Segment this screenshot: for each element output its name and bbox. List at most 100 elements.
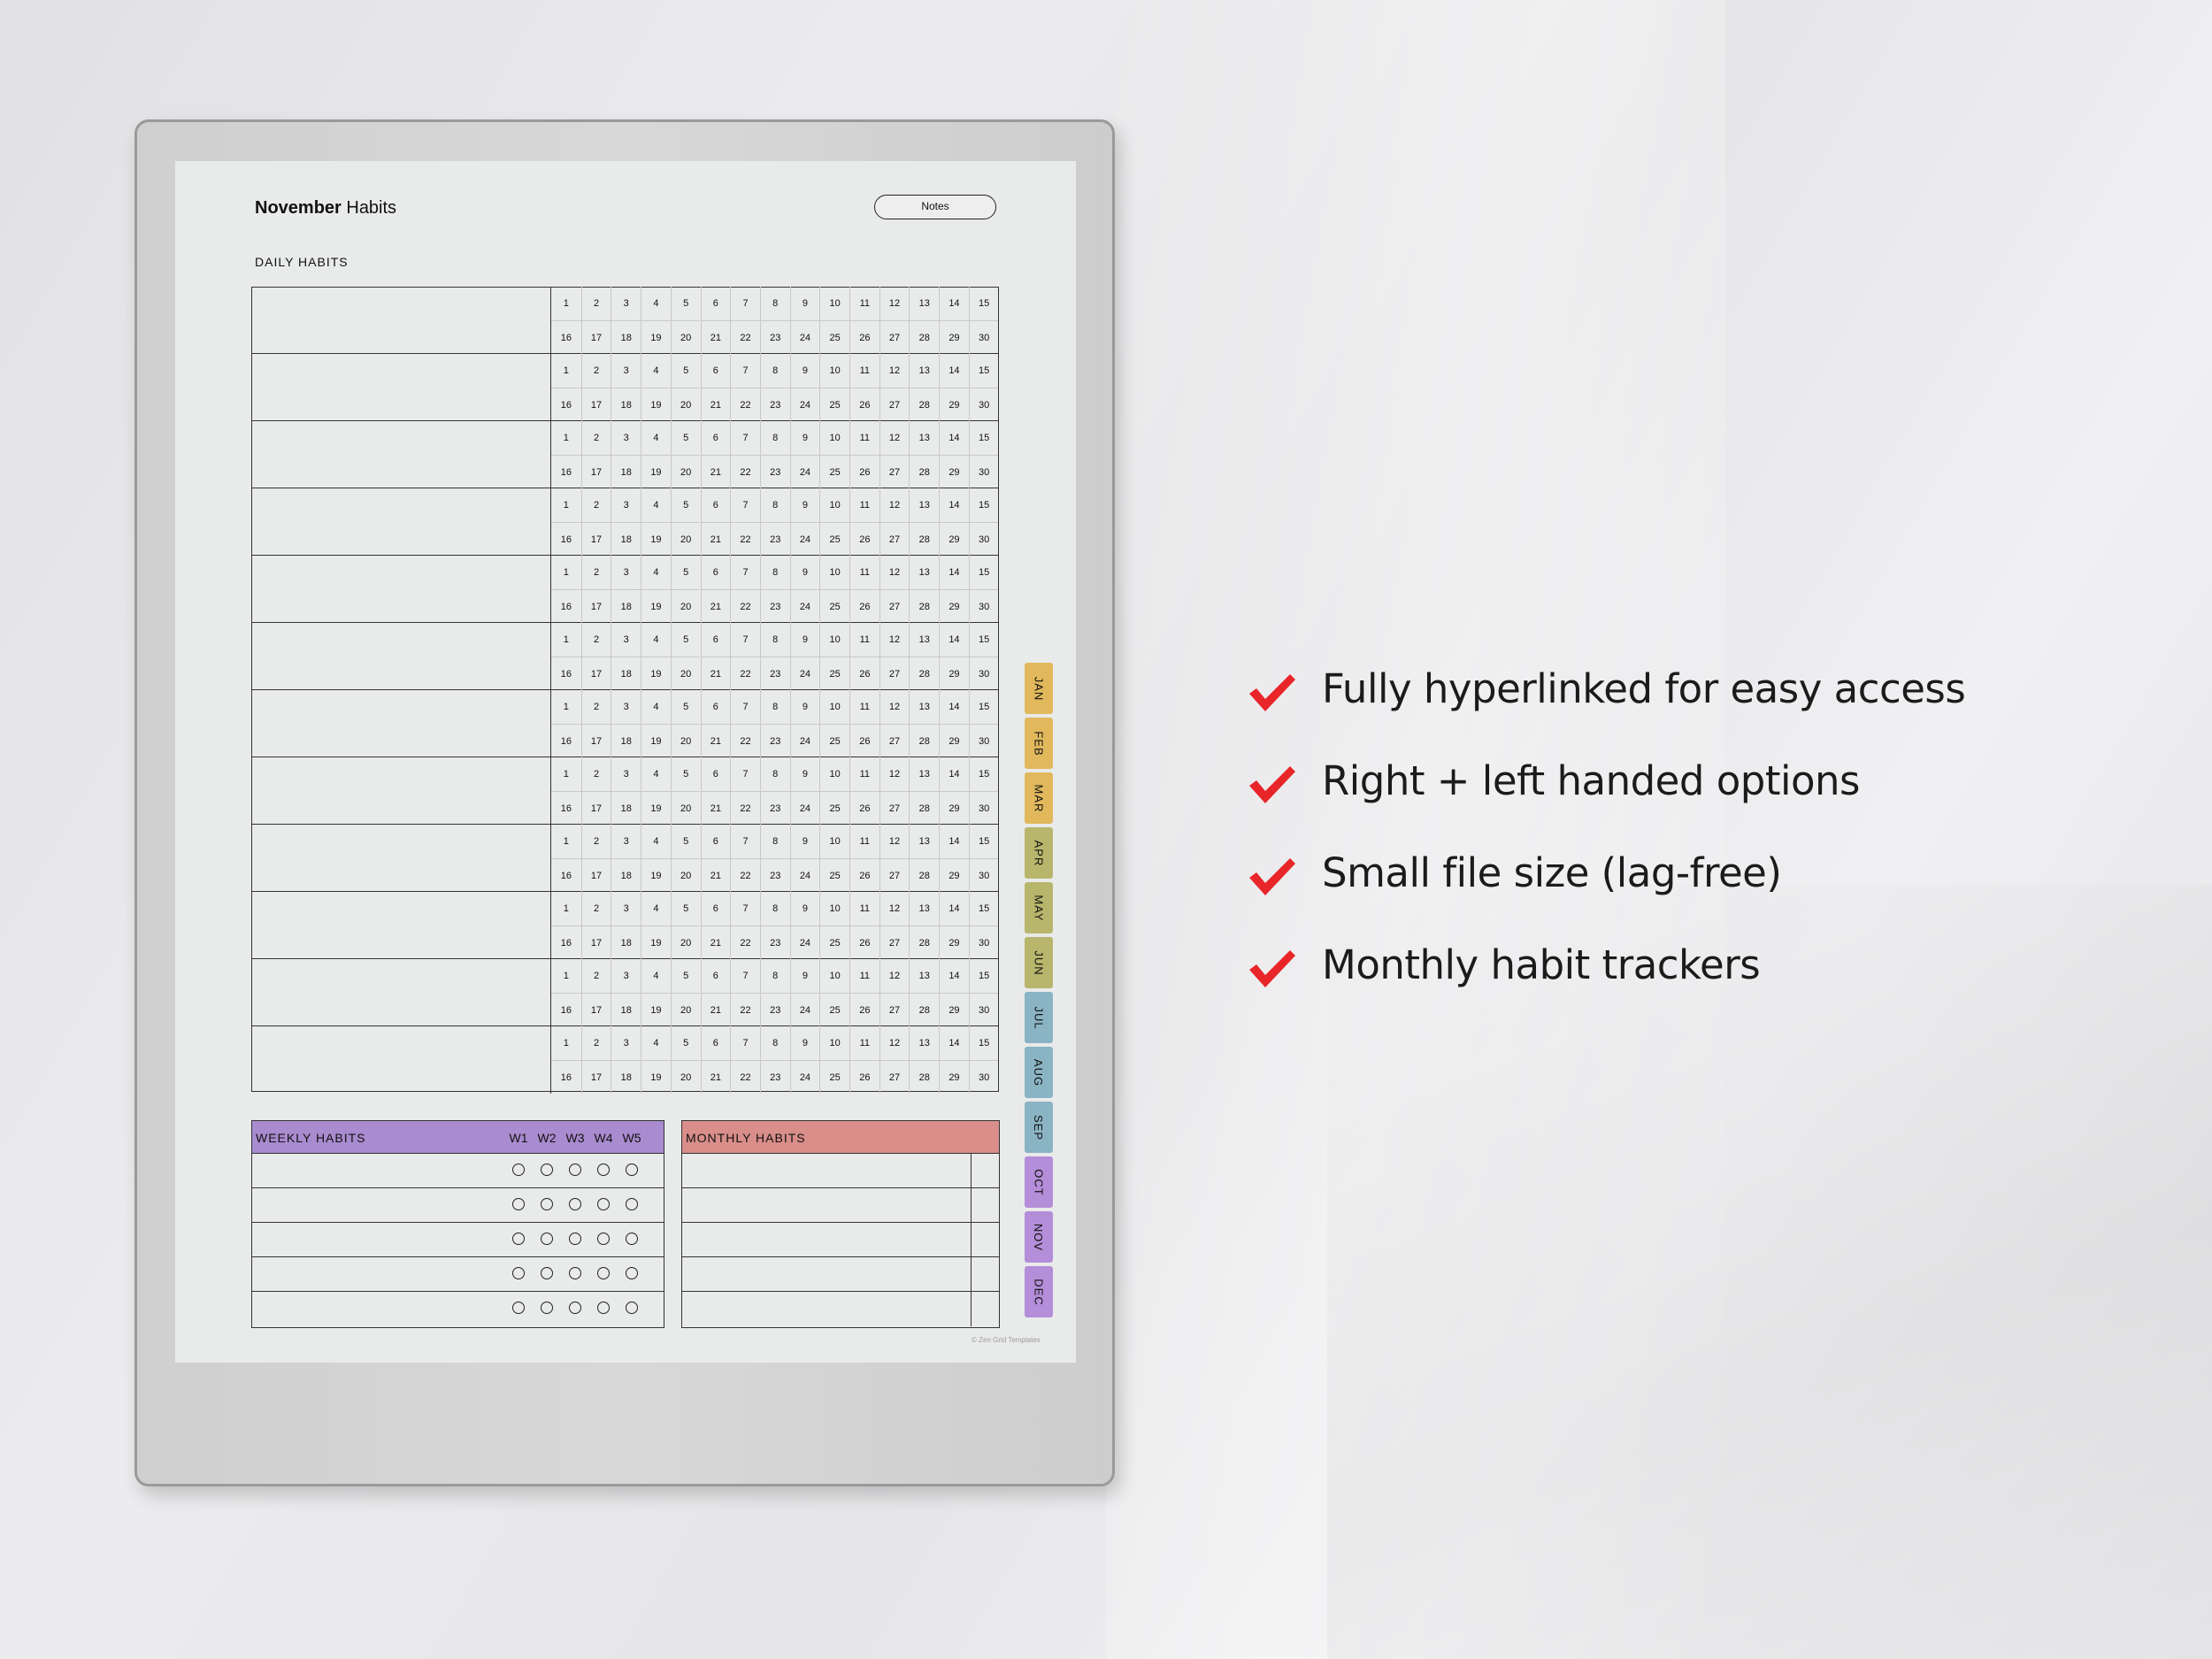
day-checkbox[interactable]: 15 bbox=[968, 892, 999, 926]
day-checkbox[interactable]: 27 bbox=[879, 589, 910, 623]
day-checkbox[interactable]: 10 bbox=[819, 421, 849, 455]
day-checkbox[interactable]: 10 bbox=[819, 959, 849, 993]
day-checkbox[interactable]: 26 bbox=[849, 589, 879, 623]
day-checkbox[interactable]: 11 bbox=[849, 959, 879, 993]
day-checkbox[interactable]: 23 bbox=[759, 858, 790, 892]
month-tab-aug[interactable]: AUG bbox=[1025, 1047, 1053, 1098]
day-checkbox[interactable]: 16 bbox=[551, 791, 581, 825]
habit-name-field[interactable] bbox=[252, 1026, 551, 1094]
day-checkbox[interactable]: 19 bbox=[641, 993, 671, 1026]
day-checkbox[interactable]: 16 bbox=[551, 522, 581, 556]
week-circle-checkbox[interactable] bbox=[569, 1267, 581, 1279]
day-checkbox[interactable]: 14 bbox=[939, 825, 969, 858]
day-checkbox[interactable]: 29 bbox=[939, 858, 969, 892]
day-checkbox[interactable]: 23 bbox=[759, 320, 790, 354]
day-checkbox[interactable]: 27 bbox=[879, 455, 910, 488]
day-checkbox[interactable]: 30 bbox=[968, 1060, 999, 1094]
day-checkbox[interactable]: 18 bbox=[611, 791, 641, 825]
day-checkbox[interactable]: 7 bbox=[730, 556, 760, 589]
day-checkbox[interactable]: 9 bbox=[789, 757, 820, 791]
day-checkbox[interactable]: 19 bbox=[641, 589, 671, 623]
weekly-habit-row[interactable] bbox=[252, 1154, 664, 1188]
day-checkbox[interactable]: 2 bbox=[580, 623, 611, 657]
day-checkbox[interactable]: 28 bbox=[909, 320, 940, 354]
day-checkbox[interactable]: 7 bbox=[730, 959, 760, 993]
monthly-habit-row[interactable] bbox=[682, 1223, 999, 1257]
day-checkbox[interactable]: 8 bbox=[759, 623, 790, 657]
day-checkbox[interactable]: 17 bbox=[580, 926, 611, 959]
day-checkbox[interactable]: 18 bbox=[611, 724, 641, 757]
day-checkbox[interactable]: 16 bbox=[551, 724, 581, 757]
day-checkbox[interactable]: 18 bbox=[611, 589, 641, 623]
day-checkbox[interactable]: 10 bbox=[819, 690, 849, 724]
day-checkbox[interactable]: 23 bbox=[759, 522, 790, 556]
day-checkbox[interactable]: 22 bbox=[730, 589, 760, 623]
day-checkbox[interactable]: 2 bbox=[580, 757, 611, 791]
day-checkbox[interactable]: 5 bbox=[670, 690, 701, 724]
day-checkbox[interactable]: 21 bbox=[700, 1060, 731, 1094]
day-checkbox[interactable]: 10 bbox=[819, 556, 849, 589]
day-checkbox[interactable]: 14 bbox=[939, 354, 969, 388]
day-checkbox[interactable]: 25 bbox=[819, 320, 849, 354]
day-checkbox[interactable]: 29 bbox=[939, 320, 969, 354]
day-checkbox[interactable]: 8 bbox=[759, 959, 790, 993]
day-checkbox[interactable]: 4 bbox=[641, 421, 671, 455]
day-checkbox[interactable]: 1 bbox=[551, 354, 581, 388]
day-checkbox[interactable]: 1 bbox=[551, 556, 581, 589]
day-checkbox[interactable]: 13 bbox=[909, 959, 939, 993]
day-checkbox[interactable]: 24 bbox=[789, 455, 820, 488]
day-checkbox[interactable]: 27 bbox=[879, 926, 910, 959]
day-checkbox[interactable]: 21 bbox=[700, 657, 731, 690]
month-tab-apr[interactable]: APR bbox=[1025, 827, 1053, 879]
habit-name-field[interactable] bbox=[252, 421, 551, 488]
day-checkbox[interactable]: 20 bbox=[670, 791, 701, 825]
day-checkbox[interactable]: 30 bbox=[968, 455, 999, 488]
day-checkbox[interactable]: 25 bbox=[819, 926, 849, 959]
day-checkbox[interactable]: 30 bbox=[968, 791, 999, 825]
day-checkbox[interactable]: 22 bbox=[730, 320, 760, 354]
day-checkbox[interactable]: 24 bbox=[789, 589, 820, 623]
day-checkbox[interactable]: 11 bbox=[849, 892, 879, 926]
day-checkbox[interactable]: 21 bbox=[700, 993, 731, 1026]
day-checkbox[interactable]: 20 bbox=[670, 388, 701, 421]
day-checkbox[interactable]: 11 bbox=[849, 354, 879, 388]
day-checkbox[interactable]: 28 bbox=[909, 589, 940, 623]
weekly-habit-row[interactable] bbox=[252, 1223, 664, 1257]
day-checkbox[interactable]: 17 bbox=[580, 455, 611, 488]
day-checkbox[interactable]: 25 bbox=[819, 724, 849, 757]
day-checkbox[interactable]: 25 bbox=[819, 791, 849, 825]
day-checkbox[interactable]: 26 bbox=[849, 522, 879, 556]
day-checkbox[interactable]: 12 bbox=[879, 959, 910, 993]
month-tab-jan[interactable]: JAN bbox=[1025, 663, 1053, 714]
notes-button[interactable]: Notes bbox=[874, 195, 996, 219]
habit-name-field[interactable] bbox=[252, 825, 551, 891]
day-checkbox[interactable]: 8 bbox=[759, 892, 790, 926]
day-checkbox[interactable]: 3 bbox=[611, 959, 641, 993]
day-checkbox[interactable]: 8 bbox=[759, 488, 790, 522]
day-checkbox[interactable]: 11 bbox=[849, 825, 879, 858]
day-checkbox[interactable]: 11 bbox=[849, 556, 879, 589]
day-checkbox[interactable]: 24 bbox=[789, 858, 820, 892]
day-checkbox[interactable]: 13 bbox=[909, 757, 939, 791]
day-checkbox[interactable]: 22 bbox=[730, 1060, 760, 1094]
monthly-habit-row[interactable] bbox=[682, 1188, 999, 1223]
day-checkbox[interactable]: 4 bbox=[641, 354, 671, 388]
day-checkbox[interactable]: 24 bbox=[789, 926, 820, 959]
day-checkbox[interactable]: 13 bbox=[909, 488, 939, 522]
day-checkbox[interactable]: 9 bbox=[789, 488, 820, 522]
day-checkbox[interactable]: 18 bbox=[611, 926, 641, 959]
day-checkbox[interactable]: 12 bbox=[879, 690, 910, 724]
day-checkbox[interactable]: 3 bbox=[611, 1026, 641, 1060]
day-checkbox[interactable]: 6 bbox=[700, 421, 731, 455]
day-checkbox[interactable]: 12 bbox=[879, 488, 910, 522]
day-checkbox[interactable]: 3 bbox=[611, 287, 641, 320]
day-checkbox[interactable]: 22 bbox=[730, 858, 760, 892]
day-checkbox[interactable]: 2 bbox=[580, 488, 611, 522]
day-checkbox[interactable]: 21 bbox=[700, 320, 731, 354]
day-checkbox[interactable]: 20 bbox=[670, 724, 701, 757]
day-checkbox[interactable]: 13 bbox=[909, 354, 939, 388]
day-checkbox[interactable]: 2 bbox=[580, 825, 611, 858]
day-checkbox[interactable]: 12 bbox=[879, 1026, 910, 1060]
day-checkbox[interactable]: 19 bbox=[641, 455, 671, 488]
day-checkbox[interactable]: 26 bbox=[849, 320, 879, 354]
